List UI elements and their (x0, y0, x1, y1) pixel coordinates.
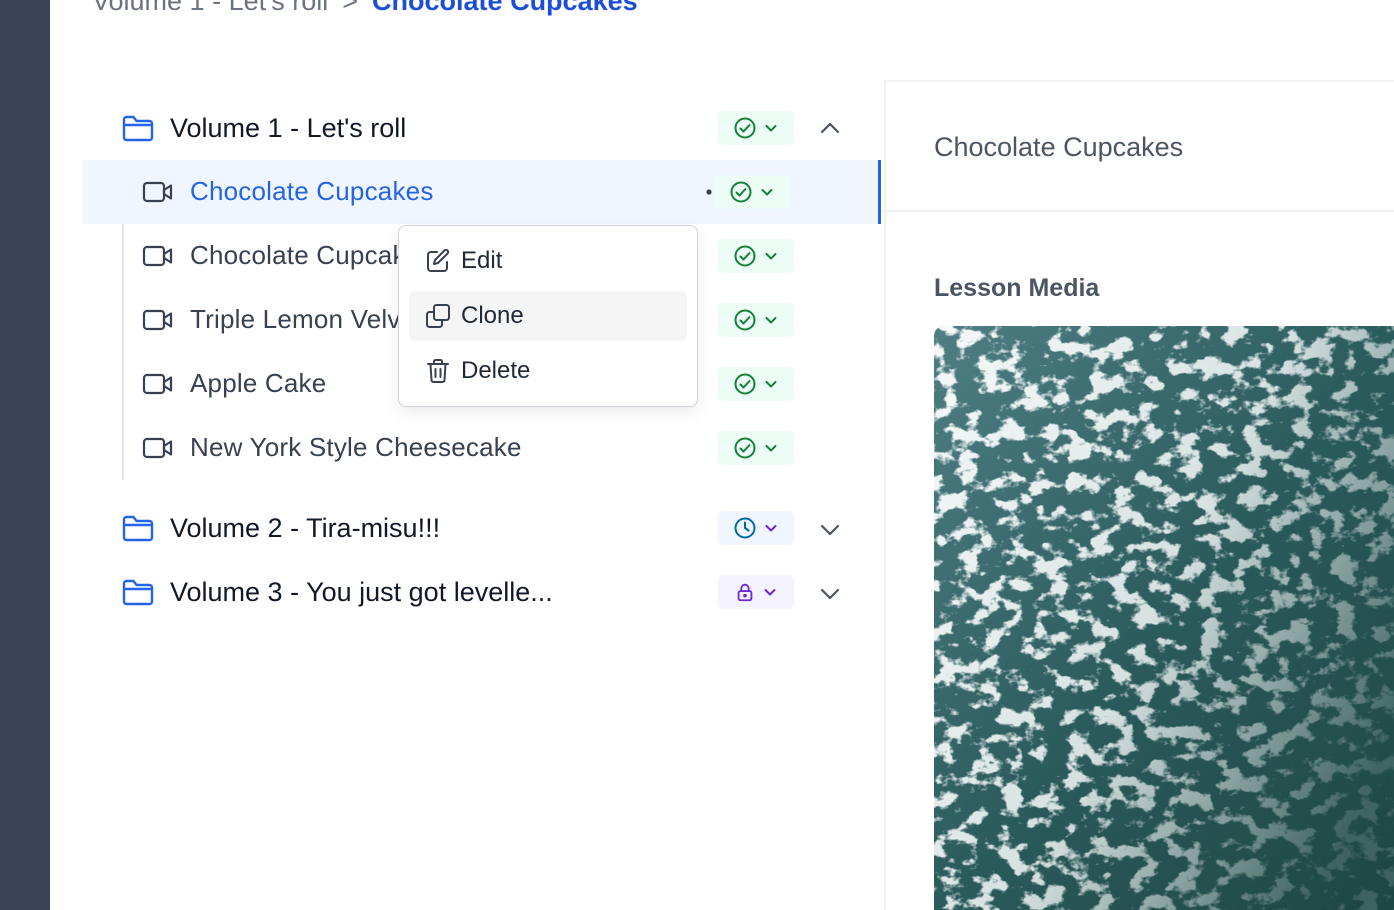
chevron-down-icon (765, 381, 777, 388)
check-circle-icon (734, 245, 756, 267)
status-badge-published[interactable] (714, 175, 790, 209)
menu-item-delete[interactable]: Delete (409, 346, 687, 396)
check-circle-icon (734, 373, 756, 395)
status-badge-published[interactable] (718, 111, 794, 145)
status-badge-published[interactable] (718, 431, 794, 465)
chevron-down-icon (765, 317, 777, 324)
edit-icon (427, 248, 450, 272)
status-badge-published[interactable] (718, 367, 794, 401)
chevron-down-icon (765, 445, 777, 452)
folder-icon (122, 579, 154, 606)
video-icon (142, 373, 173, 395)
clone-icon (426, 304, 450, 328)
menu-item-edit[interactable]: Edit (409, 236, 687, 286)
trash-icon (427, 359, 449, 383)
breadcrumb: Volume 1 - Let's roll > Chocolate Cupcak… (92, 0, 638, 17)
lock-icon (737, 583, 753, 602)
breadcrumb-current: Chocolate Cupcakes (372, 0, 638, 16)
chevron-down-icon (765, 125, 777, 132)
folder-icon (122, 515, 154, 542)
lesson-row[interactable]: New York Style Cheesecake (124, 416, 878, 480)
check-circle-icon (734, 437, 756, 459)
status-badge-published[interactable] (718, 303, 794, 337)
chevron-down-icon (820, 524, 840, 536)
chevron-down-icon (765, 253, 777, 260)
volume-title: Volume 3 - You just got levelle... (170, 576, 553, 607)
lesson-title: Chocolate Cupcakes (190, 176, 434, 206)
breadcrumb-item-volume[interactable]: Volume 1 - Let's roll (92, 0, 328, 17)
panel-header: Chocolate Cupcakes (886, 82, 1394, 212)
app-root: Volume 1 - Let's roll > Chocolate Cupcak… (0, 0, 1394, 910)
volume-row-3[interactable]: Volume 3 - You just got levelle... (82, 560, 878, 624)
chevron-down-icon (764, 589, 776, 596)
lesson-title: Chocolate Cupcakes (190, 240, 434, 270)
clock-icon (734, 517, 756, 539)
check-circle-icon (734, 309, 756, 331)
lesson-row-active[interactable]: Chocolate Cupcakes (82, 160, 878, 224)
media-label: Lesson Media (934, 274, 1100, 302)
status-badge-published[interactable] (718, 239, 794, 273)
side-rail (0, 0, 50, 910)
ocean-waves-image (934, 326, 1394, 910)
chevron-down-icon (761, 189, 773, 196)
chevron-up-icon (820, 122, 840, 134)
active-lesson-marker (878, 160, 881, 224)
volume-title: Volume 1 - Let's roll (170, 112, 407, 143)
menu-item-clone[interactable]: Clone (409, 291, 687, 341)
expand-volume-button[interactable] (816, 515, 844, 543)
video-icon (142, 181, 173, 203)
video-icon (142, 437, 173, 459)
lesson-media-image[interactable] (934, 326, 1394, 910)
folder-icon (122, 115, 154, 142)
status-badge-locked[interactable] (718, 575, 794, 609)
check-circle-icon (734, 117, 756, 139)
volume-row-2[interactable]: Volume 2 - Tira-misu!!! (82, 496, 878, 560)
check-circle-icon (730, 181, 752, 203)
lesson-title: Apple Cake (190, 368, 327, 398)
lesson-title: Triple Lemon Velvet (190, 304, 423, 334)
menu-item-label: Delete (461, 357, 531, 384)
video-icon (142, 309, 173, 331)
collapse-volume-button[interactable] (816, 115, 844, 143)
breadcrumb-separator: > (342, 0, 359, 16)
expand-volume-button[interactable] (816, 579, 844, 607)
status-badge-scheduled[interactable] (718, 511, 794, 545)
menu-item-label: Edit (461, 247, 503, 274)
chevron-down-icon (820, 588, 840, 600)
lesson-detail-panel: Chocolate Cupcakes Lesson Media (884, 80, 1394, 910)
chevron-down-icon (765, 525, 777, 532)
lesson-title: New York Style Cheesecake (190, 432, 522, 462)
panel-title: Chocolate Cupcakes (934, 132, 1184, 162)
menu-item-label: Clone (461, 302, 524, 329)
video-icon (142, 245, 173, 267)
volume-title: Volume 2 - Tira-misu!!! (170, 512, 441, 543)
lesson-context-menu: Edit Clone Delete (398, 225, 698, 407)
volume-row-1[interactable]: Volume 1 - Let's roll (82, 96, 878, 160)
